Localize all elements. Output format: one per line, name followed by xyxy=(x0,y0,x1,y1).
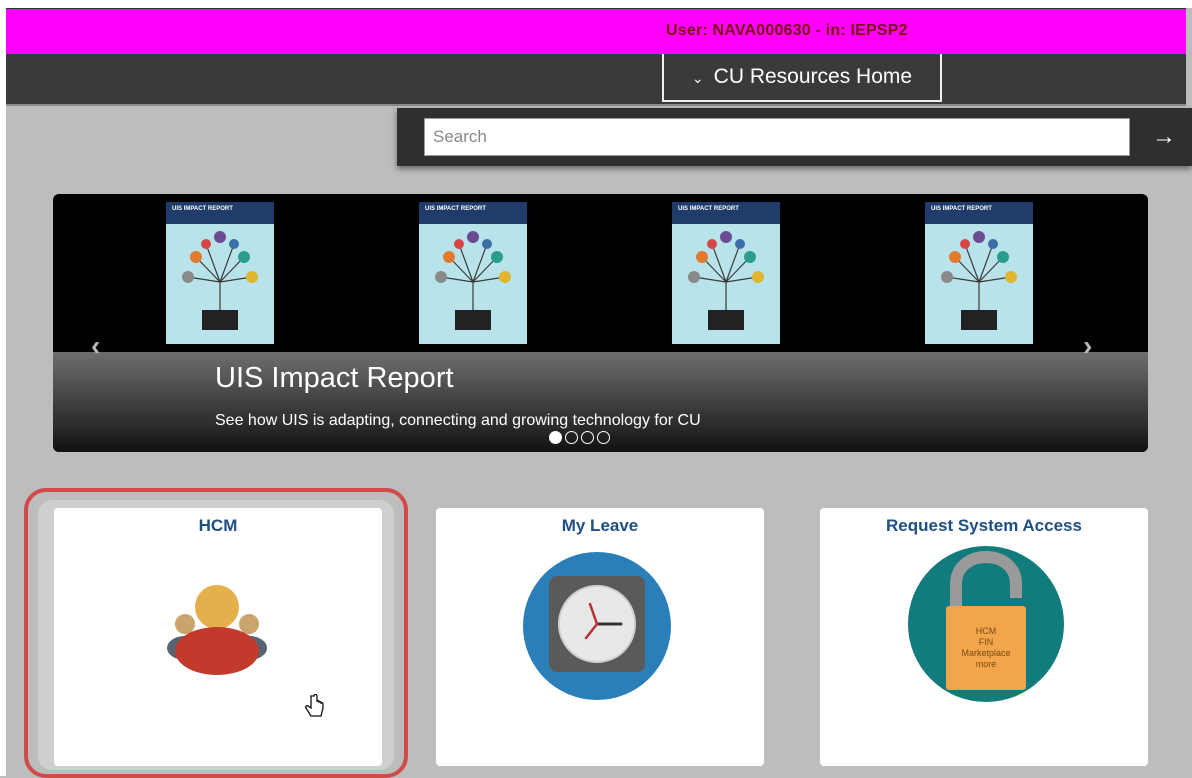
chevron-right-icon[interactable]: › xyxy=(1083,330,1092,362)
arrow-right-icon[interactable]: → xyxy=(1149,122,1179,152)
search-input[interactable] xyxy=(424,118,1130,156)
user-info-text: User: NAVA000630 - in: IEPSP2 xyxy=(666,22,908,39)
hcm-highlight-ring xyxy=(24,488,408,778)
carousel-dots xyxy=(549,431,610,444)
user-info-bar: User: NAVA000630 - in: IEPSP2 xyxy=(6,8,1186,54)
report-cover-image: UIS IMPACT REPORT xyxy=(166,202,274,344)
home-dropdown-button[interactable]: ⌄ CU Resources Home xyxy=(662,54,942,102)
report-cover-image: UIS IMPACT REPORT xyxy=(672,202,780,344)
chevron-down-icon: ⌄ xyxy=(691,69,704,86)
search-panel: → xyxy=(397,108,1192,166)
carousel-dot[interactable] xyxy=(581,431,594,444)
lock-label: HCM FIN Marketplace more xyxy=(961,626,1011,669)
my-leave-tile[interactable]: My Leave xyxy=(436,508,764,766)
nav-bar: ⌄ CU Resources Home xyxy=(6,54,1186,104)
window-frame-top xyxy=(0,0,1192,8)
banner-carousel[interactable]: UIS IMPACT REPORT UIS IMPACT REPORT UIS … xyxy=(53,194,1148,452)
carousel-dot[interactable] xyxy=(549,431,562,444)
nav-divider xyxy=(6,104,1186,106)
carousel-dot[interactable] xyxy=(565,431,578,444)
report-cover-image: UIS IMPACT REPORT xyxy=(925,202,1033,344)
carousel-dot[interactable] xyxy=(597,431,610,444)
request-system-access-tile[interactable]: Request System Access HCM FIN Marketplac… xyxy=(820,508,1148,766)
report-cover-image: UIS IMPACT REPORT xyxy=(419,202,527,344)
chevron-left-icon[interactable]: ‹ xyxy=(91,330,100,362)
carousel-title[interactable]: UIS Impact Report xyxy=(215,362,454,395)
carousel-subtitle: See how UIS is adapting, connecting and … xyxy=(215,412,701,429)
home-dropdown-label: CU Resources Home xyxy=(713,65,913,88)
clock-icon xyxy=(523,552,671,700)
